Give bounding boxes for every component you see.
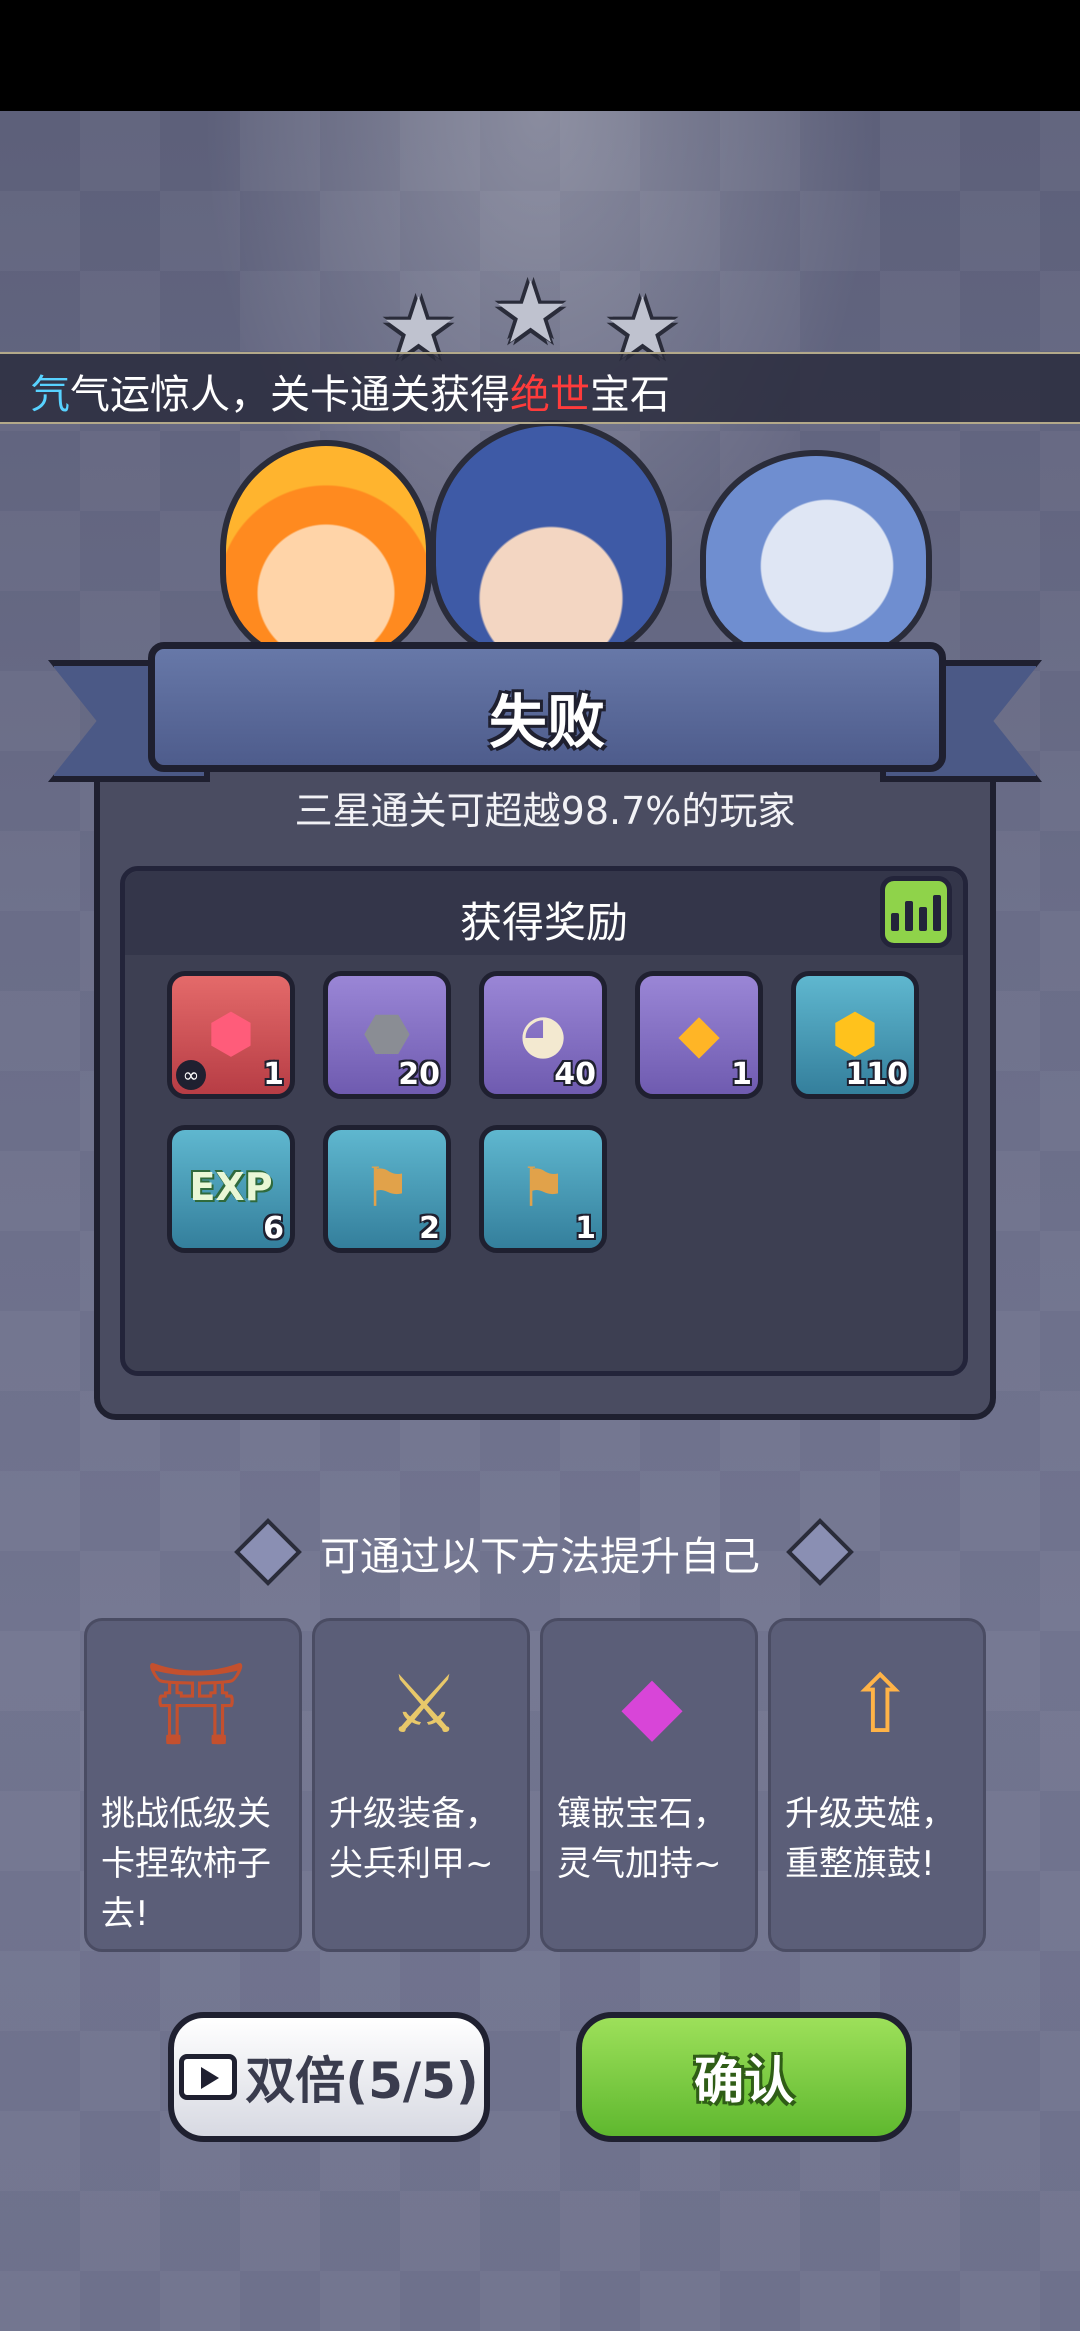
reward-item[interactable]: EXP 6 bbox=[167, 1125, 295, 1253]
three-star-hint: 三星通关可超越98.7%的玩家 bbox=[294, 789, 796, 833]
reward-item[interactable]: ⬣ 20 bbox=[323, 971, 451, 1099]
result-banner: 失败 bbox=[148, 642, 946, 772]
shrine-icon: ⛩ bbox=[145, 1657, 247, 1750]
link-icon: ∞ bbox=[176, 1060, 206, 1090]
reward-item[interactable]: ⬢ ∞ 1 bbox=[167, 971, 295, 1099]
ticker-text: 氕气运惊人，关卡通关获得绝世宝石 bbox=[30, 372, 670, 418]
bar-chart-icon bbox=[891, 913, 899, 931]
tip-text: 升级装备，尖兵利甲~ bbox=[329, 1794, 499, 1884]
tip-card-heroes[interactable]: ⇧ 升级英雄，重整旗鼓! bbox=[768, 1618, 986, 1952]
result-title: 失败 bbox=[488, 688, 605, 756]
tip-text: 挑战低级关卡捏软柿子去! bbox=[101, 1794, 271, 1934]
reward-item[interactable]: ⚑ 1 bbox=[479, 1125, 607, 1253]
reward-title: 获得奖励 bbox=[459, 898, 628, 947]
double-reward-button[interactable]: 双倍(5/5) bbox=[168, 2012, 490, 2142]
double-reward-label: 双倍(5/5) bbox=[245, 2052, 479, 2110]
star-rating: ★ ★ ★ bbox=[380, 263, 710, 372]
status-bar bbox=[0, 0, 1080, 111]
tip-card-challenge[interactable]: ⛩ 挑战低级关卡捏软柿子去! bbox=[84, 1618, 302, 1952]
sword-icon: ⚔ bbox=[388, 1657, 460, 1751]
confirm-label: 确认 bbox=[694, 2052, 794, 2110]
reward-item[interactable]: ◆ 1 bbox=[635, 971, 763, 1099]
fire-hero-portrait bbox=[220, 440, 432, 662]
tip-card-gems[interactable]: ◆ 镶嵌宝石，灵气加持~ bbox=[540, 1618, 758, 1952]
bar-chart-icon bbox=[905, 901, 913, 931]
hero-group bbox=[200, 420, 960, 662]
video-icon bbox=[179, 2054, 238, 2100]
reward-header: 获得奖励 bbox=[125, 871, 963, 955]
bar-chart-icon bbox=[919, 907, 927, 931]
announcement-ticker: 氕气运惊人，关卡通关获得绝世宝石 bbox=[0, 352, 1080, 424]
heroes-upgrade-icon: ⇧ bbox=[846, 1657, 914, 1751]
reward-item[interactable]: ⚑ 2 bbox=[323, 1125, 451, 1253]
mech-hero-portrait bbox=[700, 450, 932, 662]
reward-item[interactable]: ◕ 40 bbox=[479, 971, 607, 1099]
reward-box: 获得奖励 ⬢ ∞ 1 ⬣ 20 ◕ 40 ◆ 1 ⬢ 110 EXP 6 ⚑ 2… bbox=[120, 866, 968, 1376]
reward-item[interactable]: ⬢ 110 bbox=[791, 971, 919, 1099]
tip-card-equipment[interactable]: ⚔ 升级装备，尖兵利甲~ bbox=[312, 1618, 530, 1952]
tip-text: 升级英雄，重整旗鼓! bbox=[785, 1794, 955, 1884]
tips-title: 可通过以下方法提升自己 bbox=[320, 1534, 760, 1580]
gems-icon: ◆ bbox=[621, 1657, 683, 1751]
confirm-button[interactable]: 确认 bbox=[576, 2012, 912, 2142]
stats-button[interactable] bbox=[880, 876, 952, 948]
bar-chart-icon bbox=[933, 895, 941, 931]
tip-text: 镶嵌宝石，灵气加持~ bbox=[557, 1794, 727, 1884]
mage-hero-portrait bbox=[430, 420, 672, 662]
star-icon: ★ bbox=[492, 263, 570, 363]
tips-header: 可通过以下方法提升自己 bbox=[0, 1518, 1080, 1586]
